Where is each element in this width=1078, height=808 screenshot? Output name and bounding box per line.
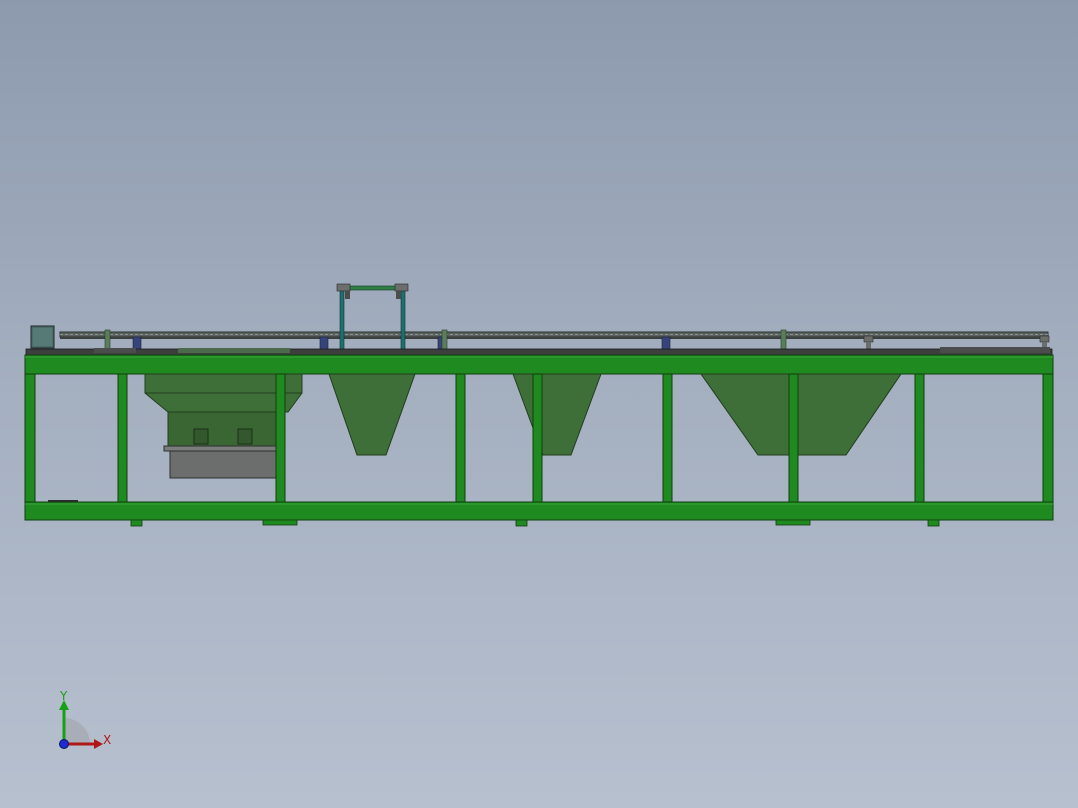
frame-feet	[130, 519, 940, 527]
x-axis-label: X	[103, 733, 111, 747]
drive-motor-box[interactable]	[30, 325, 55, 349]
gantry-portal[interactable]	[336, 283, 409, 352]
hopper-2[interactable]	[328, 373, 416, 456]
x-axis-arrowhead	[94, 739, 103, 749]
conveyor-rail[interactable]	[59, 331, 1049, 339]
base-plate-marker	[48, 500, 78, 502]
hopper-4[interactable]	[700, 373, 902, 456]
z-axis-marker	[59, 739, 69, 749]
coordinate-triad[interactable]: Y X	[59, 689, 111, 749]
y-axis-label: Y	[59, 689, 68, 703]
hopper-3[interactable]	[512, 373, 602, 456]
cad-viewport[interactable]: Y X	[0, 0, 1078, 808]
